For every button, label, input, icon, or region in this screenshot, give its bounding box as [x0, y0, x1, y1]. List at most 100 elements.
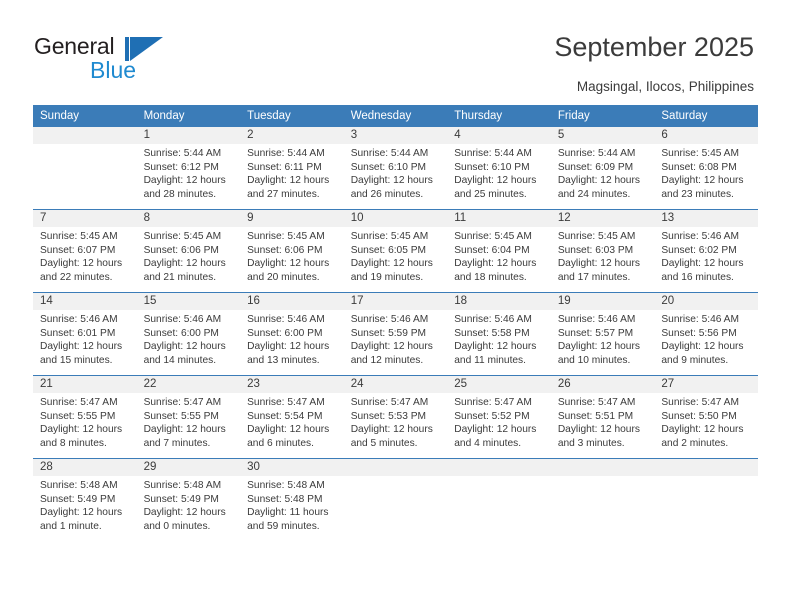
- daylight-duration-line2: and 2 minutes.: [661, 437, 729, 449]
- daylight-duration-line2: and 1 minute.: [40, 520, 102, 532]
- daylight-duration-line1: Daylight: 12 hours: [247, 175, 330, 187]
- calendar-day-cell[interactable]: 4 Sunrise: 5:44 AM Sunset: 6:10 PM Daylight…: [447, 127, 551, 210]
- calendar-day-cell-empty: [33, 127, 137, 210]
- calendar-day-cell[interactable]: 29 Sunrise: 5:48 AM Sunset: 5:49 PM Dayligh…: [136, 458, 241, 541]
- sunrise-sunset-calendar: Sunday Monday Tuesday Wednesday Thursday…: [33, 105, 758, 541]
- day-details: Sunrise: 5:48 AM Sunset: 5:49 PM Daylight:…: [137, 476, 241, 533]
- day-number: [447, 459, 551, 476]
- day-number: 26: [550, 376, 655, 393]
- calendar-day-cell[interactable]: 20 Sunrise: 5:46 AM Sunset: 5:56 PM Dayligh…: [654, 292, 758, 376]
- day-details: Sunrise: 5:46 AM Sunset: 5:59 PM Daylight:…: [344, 310, 448, 367]
- calendar-day-cell[interactable]: 13 Sunrise: 5:46 AM Sunset: 6:02 PM Dayligh…: [654, 209, 758, 293]
- calendar-day-cell[interactable]: 6 Sunrise: 5:45 AM Sunset: 6:08 PM Daylight…: [654, 127, 758, 210]
- day-details: Sunrise: 5:45 AM Sunset: 6:03 PM Daylight:…: [551, 227, 655, 284]
- weekday-header-tuesday: Tuesday: [240, 105, 344, 127]
- daylight-duration-line1: Daylight: 12 hours: [454, 424, 537, 436]
- calendar-day-cell[interactable]: 25 Sunrise: 5:47 AM Sunset: 5:52 PM Dayligh…: [447, 375, 551, 459]
- calendar-body: 1 Sunrise: 5:44 AM Sunset: 6:12 PM Daylight…: [33, 127, 758, 541]
- day-details: Sunrise: 5:46 AM Sunset: 6:00 PM Daylight:…: [137, 310, 241, 367]
- sunrise-time: Sunrise: 5:47 AM: [454, 397, 532, 408]
- calendar-day-cell[interactable]: 8 Sunrise: 5:45 AM Sunset: 6:06 PM Daylight…: [136, 209, 241, 293]
- day-details: Sunrise: 5:47 AM Sunset: 5:55 PM Daylight:…: [137, 393, 241, 450]
- sunset-time: Sunset: 6:04 PM: [454, 244, 530, 256]
- day-details: Sunrise: 5:46 AM Sunset: 5:56 PM Daylight:…: [654, 310, 758, 367]
- calendar-day-cell[interactable]: 2 Sunrise: 5:44 AM Sunset: 6:11 PM Daylight…: [240, 127, 344, 210]
- sunset-time: Sunset: 5:55 PM: [143, 410, 219, 422]
- day-number: 5: [550, 127, 655, 144]
- day-number: 1: [136, 127, 241, 144]
- day-details: Sunrise: 5:44 AM Sunset: 6:10 PM Daylight:…: [447, 144, 551, 201]
- calendar-day-cell[interactable]: 14 Sunrise: 5:46 AM Sunset: 6:01 PM Dayligh…: [33, 292, 137, 376]
- calendar-day-cell[interactable]: 15 Sunrise: 5:46 AM Sunset: 6:00 PM Dayligh…: [136, 292, 241, 376]
- generalblue-logo[interactable]: General Blue: [34, 33, 174, 85]
- sunset-time: Sunset: 6:02 PM: [661, 244, 737, 256]
- calendar-day-cell[interactable]: 28 Sunrise: 5:48 AM Sunset: 5:49 PM Dayligh…: [33, 458, 137, 541]
- day-number: 12: [550, 210, 655, 227]
- calendar-day-cell[interactable]: 17 Sunrise: 5:46 AM Sunset: 5:59 PM Dayligh…: [343, 292, 448, 376]
- calendar-day-cell[interactable]: 12 Sunrise: 5:45 AM Sunset: 6:03 PM Dayligh…: [550, 209, 655, 293]
- calendar-day-cell[interactable]: 16 Sunrise: 5:46 AM Sunset: 6:00 PM Dayligh…: [240, 292, 344, 376]
- day-details: Sunrise: 5:47 AM Sunset: 5:55 PM Daylight:…: [33, 393, 137, 450]
- calendar-day-cell[interactable]: 3 Sunrise: 5:44 AM Sunset: 6:10 PM Daylight…: [343, 127, 448, 210]
- calendar-day-cell[interactable]: 26 Sunrise: 5:47 AM Sunset: 5:51 PM Dayligh…: [550, 375, 655, 459]
- day-details: Sunrise: 5:45 AM Sunset: 6:04 PM Daylight:…: [447, 227, 551, 284]
- calendar-day-cell[interactable]: 30 Sunrise: 5:48 AM Sunset: 5:48 PM Dayligh…: [240, 458, 344, 541]
- calendar-day-cell[interactable]: 27 Sunrise: 5:47 AM Sunset: 5:50 PM Dayligh…: [654, 375, 758, 459]
- calendar-day-cell[interactable]: 19 Sunrise: 5:46 AM Sunset: 5:57 PM Dayligh…: [550, 292, 655, 376]
- sunset-time: Sunset: 6:07 PM: [40, 244, 116, 256]
- sunset-time: Sunset: 5:49 PM: [143, 493, 219, 505]
- calendar-day-cell[interactable]: 11 Sunrise: 5:45 AM Sunset: 6:04 PM Dayligh…: [447, 209, 551, 293]
- day-details: Sunrise: 5:44 AM Sunset: 6:09 PM Daylight:…: [551, 144, 655, 201]
- calendar-day-cell[interactable]: 24 Sunrise: 5:47 AM Sunset: 5:53 PM Dayligh…: [343, 375, 448, 459]
- calendar-day-cell[interactable]: 9 Sunrise: 5:45 AM Sunset: 6:06 PM Daylight…: [240, 209, 344, 293]
- day-number: 2: [240, 127, 344, 144]
- daylight-duration-line1: Daylight: 12 hours: [454, 341, 537, 353]
- day-details: Sunrise: 5:44 AM Sunset: 6:12 PM Daylight:…: [137, 144, 241, 201]
- sunrise-time: Sunrise: 5:48 AM: [247, 480, 325, 491]
- sunset-time: Sunset: 6:10 PM: [350, 161, 427, 173]
- day-details: Sunrise: 5:47 AM Sunset: 5:54 PM Daylight:…: [240, 393, 344, 450]
- sunrise-time: Sunrise: 5:47 AM: [557, 397, 636, 408]
- day-number: [550, 459, 655, 476]
- day-number: [33, 127, 137, 144]
- sunset-time: Sunset: 5:58 PM: [454, 327, 530, 339]
- calendar-day-cell[interactable]: 10 Sunrise: 5:45 AM Sunset: 6:05 PM Dayligh…: [343, 209, 448, 293]
- day-number: 22: [136, 376, 241, 393]
- weekday-header-thursday: Thursday: [447, 105, 551, 127]
- calendar-day-cell[interactable]: 22 Sunrise: 5:47 AM Sunset: 5:55 PM Dayligh…: [136, 375, 241, 459]
- sunrise-time: Sunrise: 5:46 AM: [40, 314, 118, 325]
- daylight-duration-line1: Daylight: 12 hours: [557, 341, 640, 353]
- sunset-time: Sunset: 6:09 PM: [557, 161, 634, 173]
- sunset-time: Sunset: 6:01 PM: [40, 327, 116, 339]
- calendar-day-cell[interactable]: 21 Sunrise: 5:47 AM Sunset: 5:55 PM Dayligh…: [33, 375, 137, 459]
- page-header: General Blue September 2025 Magsingal, I…: [0, 0, 792, 100]
- sunrise-time: Sunrise: 5:44 AM: [557, 148, 636, 159]
- day-number: 30: [240, 459, 344, 476]
- sunrise-time: Sunrise: 5:45 AM: [143, 231, 222, 242]
- day-details: Sunrise: 5:46 AM Sunset: 6:01 PM Daylight:…: [33, 310, 137, 367]
- sunset-time: Sunset: 5:56 PM: [661, 327, 737, 339]
- daylight-duration-line1: Daylight: 12 hours: [143, 424, 226, 436]
- calendar-day-cell-empty: [550, 458, 655, 541]
- calendar-day-cell-empty: [447, 458, 551, 541]
- sunset-time: Sunset: 5:57 PM: [557, 327, 634, 339]
- sunset-time: Sunset: 6:00 PM: [143, 327, 219, 339]
- sunset-time: Sunset: 6:10 PM: [454, 161, 530, 173]
- calendar-header-row: Sunday Monday Tuesday Wednesday Thursday…: [33, 105, 758, 127]
- day-number: 27: [654, 376, 758, 393]
- day-details: Sunrise: 5:46 AM Sunset: 5:57 PM Daylight:…: [551, 310, 655, 367]
- daylight-duration-line1: Daylight: 12 hours: [40, 424, 123, 436]
- calendar-day-cell[interactable]: 18 Sunrise: 5:46 AM Sunset: 5:58 PM Dayligh…: [447, 292, 551, 376]
- daylight-duration-line2: and 15 minutes.: [40, 354, 113, 366]
- sunrise-time: Sunrise: 5:45 AM: [557, 231, 636, 242]
- day-number: 9: [240, 210, 344, 227]
- daylight-duration-line2: and 3 minutes.: [557, 437, 625, 449]
- day-number: 28: [33, 459, 137, 476]
- day-details: Sunrise: 5:48 AM Sunset: 5:48 PM Daylight:…: [240, 476, 344, 533]
- calendar-day-cell[interactable]: 7 Sunrise: 5:45 AM Sunset: 6:07 PM Daylight…: [33, 209, 137, 293]
- calendar-day-cell[interactable]: 5 Sunrise: 5:44 AM Sunset: 6:09 PM Daylight…: [550, 127, 655, 210]
- calendar-day-cell[interactable]: 23 Sunrise: 5:47 AM Sunset: 5:54 PM Dayligh…: [240, 375, 344, 459]
- day-details: Sunrise: 5:44 AM Sunset: 6:10 PM Daylight:…: [344, 144, 448, 201]
- calendar-day-cell[interactable]: 1 Sunrise: 5:44 AM Sunset: 6:12 PM Daylight…: [136, 127, 241, 210]
- daylight-duration-line2: and 28 minutes.: [143, 188, 217, 200]
